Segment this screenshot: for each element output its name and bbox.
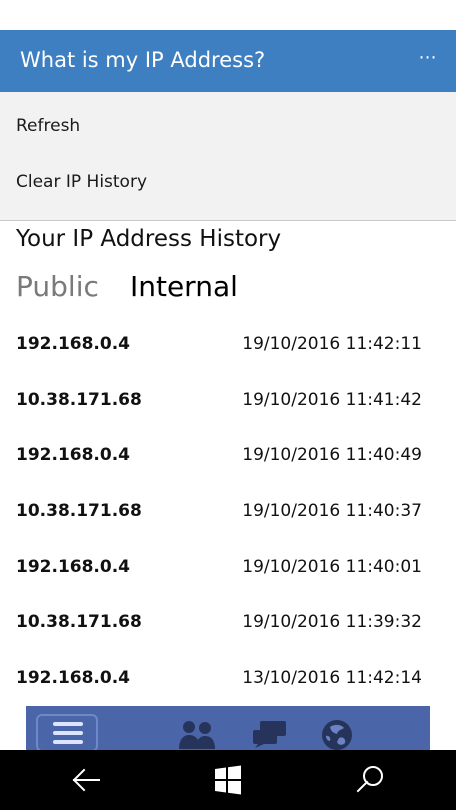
ip-address: 10.38.171.68 [16, 501, 142, 522]
ip-address: 192.168.0.4 [16, 334, 131, 354]
globe-icon[interactable] [320, 718, 354, 750]
status-area [0, 0, 456, 30]
timestamp: 19/10/2016 11:41:42 [242, 389, 422, 410]
timestamp: 19/10/2016 11:42:11 [242, 334, 422, 354]
ip-address: 10.38.171.68 [16, 612, 142, 633]
overflow-menu: Refresh Clear IP History [0, 92, 456, 221]
history-row[interactable]: 192.168.0.4 19/10/2016 11:42:11 [0, 316, 456, 372]
back-arrow-icon[interactable] [66, 760, 106, 800]
history-row[interactable]: 192.168.0.4 13/10/2016 11:42:14 [0, 650, 456, 706]
history-pivot: Public Internal [16, 270, 264, 310]
history-row[interactable]: 192.168.0.4 19/10/2016 11:40:01 [0, 539, 456, 595]
windows-start-icon[interactable] [208, 760, 248, 800]
refresh-menu-item[interactable]: Refresh [0, 102, 456, 154]
more-options-button[interactable]: ⋯ [414, 44, 442, 72]
tab-internal[interactable]: Internal [130, 270, 238, 303]
app-screen: What is my IP Address? ⋯ Refresh Clear I… [0, 0, 456, 810]
tab-public[interactable]: Public [16, 270, 99, 303]
history-row[interactable]: 10.38.171.68 19/10/2016 11:39:32 [0, 594, 456, 650]
timestamp: 13/10/2016 11:42:14 [242, 668, 422, 689]
app-title: What is my IP Address? [20, 48, 266, 72]
search-icon[interactable] [350, 760, 390, 800]
history-row[interactable]: 10.38.171.68 19/10/2016 11:41:42 [0, 372, 456, 428]
friends-icon[interactable] [176, 718, 218, 750]
history-title: Your IP Address History [16, 226, 282, 252]
refresh-label: Refresh [16, 116, 81, 136]
timestamp: 19/10/2016 11:40:49 [242, 445, 422, 466]
ip-history-list: 192.168.0.4 19/10/2016 11:42:11 10.38.17… [0, 316, 456, 706]
timestamp: 19/10/2016 11:40:01 [242, 556, 422, 577]
ip-address: 192.168.0.4 [16, 445, 131, 466]
timestamp: 19/10/2016 11:39:32 [242, 612, 422, 633]
clear-ip-history-label: Clear IP History [16, 172, 148, 192]
chat-icon[interactable] [250, 718, 290, 748]
timestamp: 19/10/2016 11:40:37 [242, 501, 422, 522]
ip-address: 192.168.0.4 [16, 668, 131, 689]
ip-address: 10.38.171.68 [16, 389, 142, 410]
app-header: What is my IP Address? ⋯ [0, 30, 456, 92]
partial-app-bar [26, 706, 430, 750]
system-navigation-bar [0, 750, 456, 810]
history-row[interactable]: 10.38.171.68 19/10/2016 11:40:37 [0, 483, 456, 539]
clear-ip-history-menu-item[interactable]: Clear IP History [0, 158, 456, 210]
menu-icon[interactable] [36, 714, 98, 750]
ip-address: 192.168.0.4 [16, 556, 131, 577]
history-row[interactable]: 192.168.0.4 19/10/2016 11:40:49 [0, 427, 456, 483]
